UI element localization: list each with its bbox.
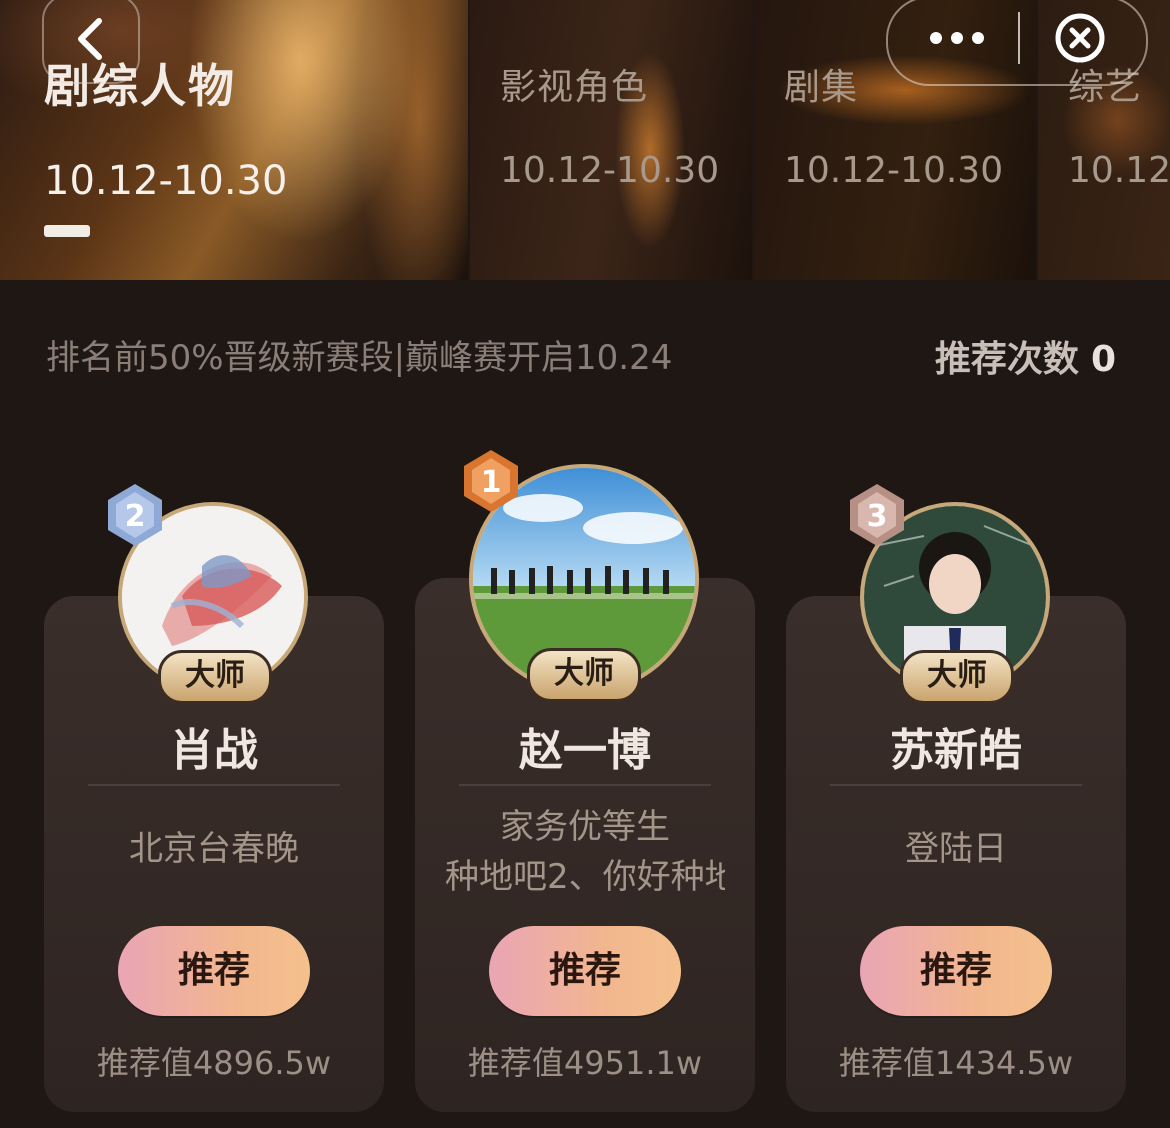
tab-film-roles[interactable]: 影视角色 10.12-10.30 [470,0,752,280]
tab-label: 剧集 [784,67,859,108]
tab-date: 10.12-10.30 [784,150,1004,191]
recommend-count: 推荐次数 0 [935,330,1116,382]
rank-badge-icon: 1 [464,450,518,512]
person-name: 赵一博 [519,725,651,776]
recommend-count-value: 0 [1090,339,1116,380]
rank-number: 2 [125,499,146,534]
active-tab-indicator [44,225,90,237]
tab-date: 10.12-10.30 [500,150,720,191]
tab-label: 影视角色 [500,67,649,108]
work-title: 北京台春晚 [129,829,299,869]
capsule-divider [1018,12,1020,64]
back-button[interactable] [42,0,140,84]
recommend-button[interactable]: 推荐 [489,926,681,1016]
rank-number: 3 [867,499,888,534]
tab-date: 10.12- [1068,150,1170,191]
card-divider [88,784,340,786]
mini-program-capsule [886,0,1148,86]
work-title-secondary: 种地吧2、你好种地 [445,857,725,897]
tab-date: 10.12-10.30 [44,158,288,204]
level-badge: 大师 [158,650,272,704]
close-icon[interactable] [1054,12,1106,64]
back-icon [78,18,102,60]
recommend-button[interactable]: 推荐 [118,926,310,1016]
rank-number: 1 [481,465,502,500]
rank-badge-icon: 2 [108,484,162,546]
level-badge: 大师 [900,650,1014,704]
person-name: 苏新皓 [890,725,1022,776]
person-name: 肖战 [170,725,258,776]
card-divider [830,784,1082,786]
level-badge: 大师 [527,648,641,702]
recommend-value: 推荐值1434.5w [838,1044,1074,1082]
more-icon[interactable] [928,26,986,50]
recommend-value: 推荐值4951.1w [467,1044,703,1082]
promotion-notice: 排名前50%晋级新赛段|巅峰赛开启10.24 [46,338,673,378]
work-title: 登陆日 [905,829,1007,869]
recommend-button[interactable]: 推荐 [860,926,1052,1016]
work-title: 家务优等生 [500,807,670,847]
recommend-value: 推荐值4896.5w [96,1044,332,1082]
card-divider [459,784,711,786]
rank-badge-icon: 3 [850,484,904,546]
recommend-count-label: 推荐次数 [934,339,1079,380]
